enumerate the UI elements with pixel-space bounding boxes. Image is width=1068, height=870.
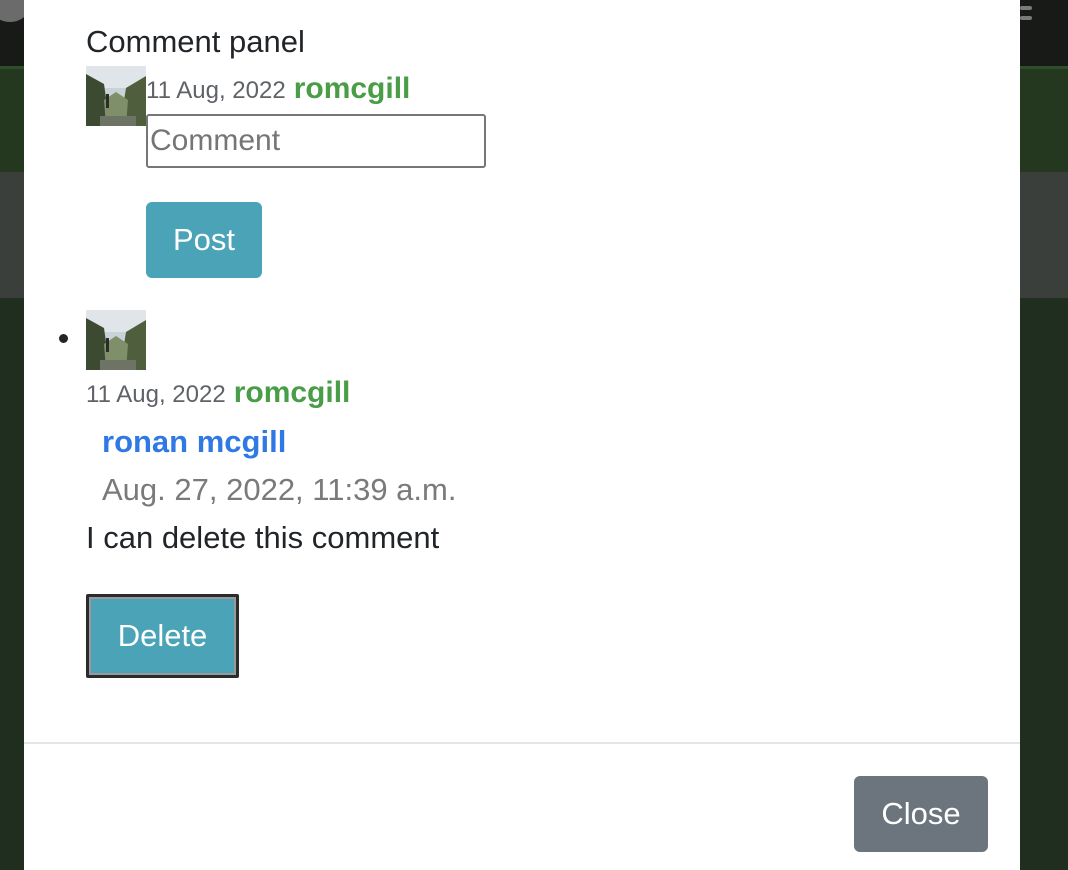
form-date: 11 Aug, 2022 bbox=[146, 77, 286, 104]
close-button[interactable]: Close bbox=[854, 776, 988, 852]
form-meta: 11 Aug, 2022 romcgill bbox=[146, 72, 410, 106]
comment-author: ronan mcgill bbox=[102, 424, 287, 459]
comment-meta: 11 Aug, 2022 romcgill bbox=[86, 376, 350, 410]
comment-username: romcgill bbox=[233, 376, 351, 409]
comment-body: I can delete this comment bbox=[86, 520, 440, 555]
avatar-image bbox=[86, 310, 146, 370]
comment-timestamp: Aug. 27, 2022, 11:39 a.m. bbox=[102, 472, 457, 507]
post-button[interactable]: Post bbox=[146, 202, 262, 278]
avatar-image bbox=[86, 66, 146, 126]
user-avatar bbox=[86, 66, 146, 126]
comment-date: 11 Aug, 2022 bbox=[86, 381, 226, 408]
comment-avatar bbox=[86, 310, 146, 370]
list-bullet bbox=[59, 334, 68, 343]
modal-footer-divider bbox=[24, 742, 1020, 744]
hamburger-menu-icon bbox=[1020, 6, 1032, 26]
panel-title: Comment panel bbox=[86, 24, 305, 59]
comment-input[interactable] bbox=[146, 114, 486, 168]
comment-modal: Comment panel 11 Aug, 2022 romcgill Post bbox=[24, 0, 1020, 870]
form-username: romcgill bbox=[293, 72, 411, 105]
delete-comment-button[interactable]: Delete bbox=[86, 594, 239, 678]
